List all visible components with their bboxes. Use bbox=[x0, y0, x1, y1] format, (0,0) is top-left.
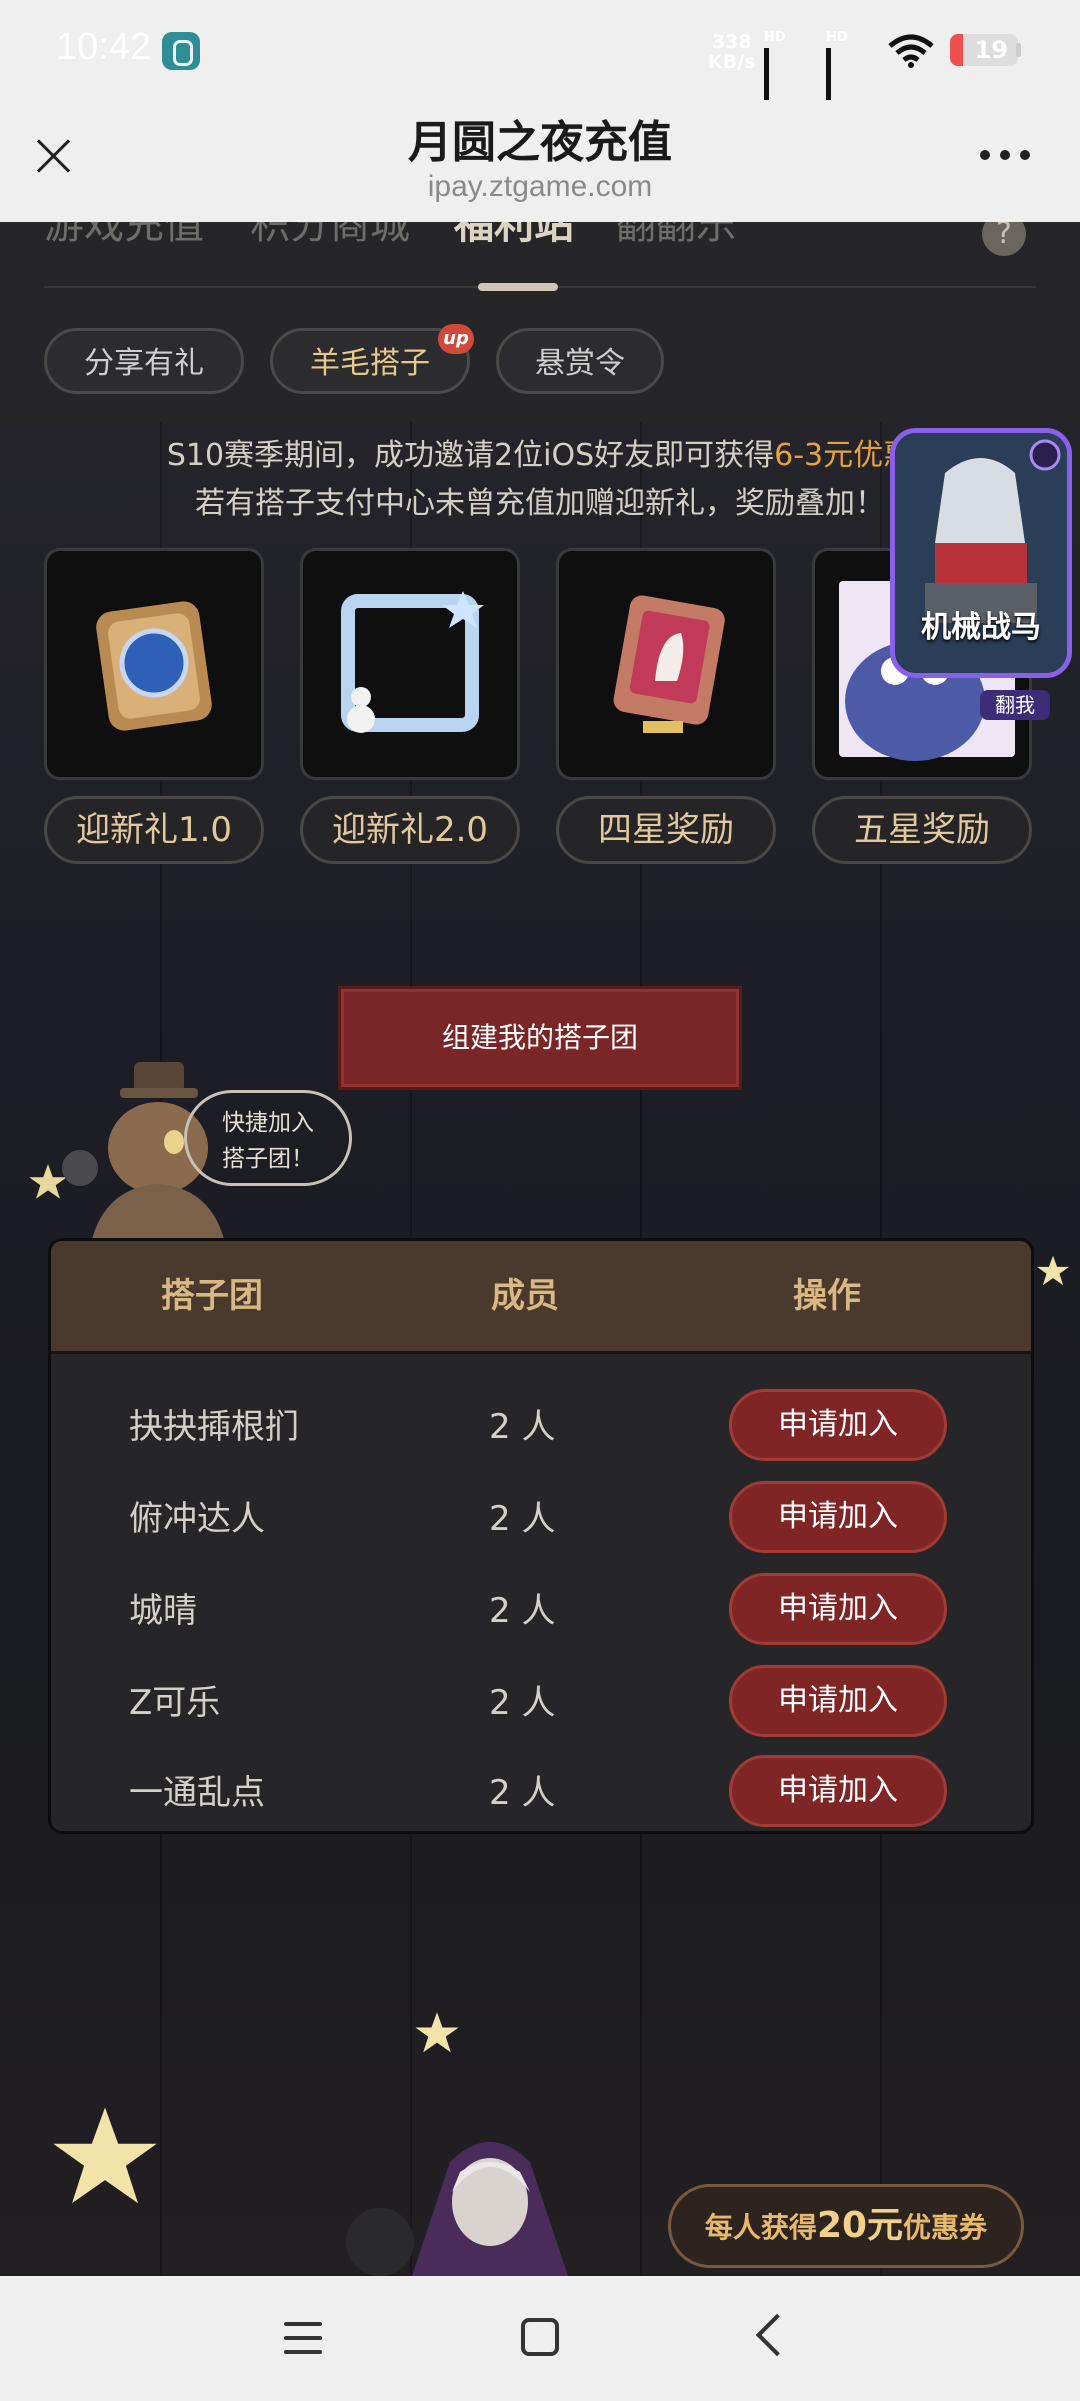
subtab-bounty[interactable]: 悬赏令 bbox=[496, 328, 664, 394]
page-title: 月圆之夜充值 bbox=[408, 117, 672, 168]
card-pack-icon bbox=[96, 601, 212, 731]
speech-bubble: 快捷加入 搭子团！ bbox=[184, 1090, 352, 1186]
column-header-members: 成员 bbox=[491, 1276, 559, 1316]
menu-icon[interactable] bbox=[284, 2318, 322, 2358]
page-url: ipay.ztgame.com bbox=[427, 170, 653, 203]
star-decoration-icon bbox=[1037, 1255, 1069, 1286]
coupon-banner[interactable]: 每人获得20元优惠券 bbox=[668, 2184, 1024, 2268]
column-header-team: 搭子团 bbox=[161, 1276, 263, 1316]
knight-card-icon bbox=[613, 595, 725, 733]
apply-join-button[interactable]: 申请加入 bbox=[729, 1755, 947, 1827]
team-name: 俯冲达人 bbox=[129, 1499, 265, 1539]
battery-tip bbox=[1016, 43, 1021, 57]
team-name: 抉抉揷根扪 bbox=[129, 1407, 299, 1447]
team-name: 一通乱点 bbox=[129, 1773, 265, 1813]
coupon-amount: 20元 bbox=[816, 2205, 904, 2246]
column-header-action: 操作 bbox=[793, 1276, 861, 1316]
team-member-count: 2 人 bbox=[489, 1407, 556, 1447]
team-member-count: 2 人 bbox=[489, 1591, 556, 1631]
tab-active-indicator bbox=[478, 283, 558, 291]
battery-fill bbox=[950, 34, 963, 66]
reward-item-four-star[interactable] bbox=[556, 548, 776, 780]
info-text-line1-main: S10赛季期间，成功邀请2位iOS好友即可获得 bbox=[166, 438, 775, 473]
apply-join-button[interactable]: 申请加入 bbox=[729, 1481, 947, 1553]
reward-item-welcome-2[interactable] bbox=[300, 548, 520, 780]
witch-character-illustration bbox=[346, 2142, 568, 2276]
network-speed-unit: KB/s bbox=[708, 51, 756, 73]
help-icon[interactable]: ? bbox=[982, 222, 1026, 256]
team-member-count: 2 人 bbox=[489, 1773, 556, 1813]
home-icon[interactable] bbox=[521, 2318, 559, 2356]
reward-item-welcome-1[interactable] bbox=[44, 548, 264, 780]
star-decoration-icon bbox=[415, 2012, 459, 2053]
team-table: 搭子团 成员 操作 抉抉揷根扪 2 人 申请加入 俯冲达人 2 人 申请加入 城… bbox=[48, 1238, 1034, 1834]
star-decoration-icon bbox=[53, 2107, 157, 2204]
network-speed-value: 338 bbox=[711, 31, 752, 53]
tab-points-mall[interactable]: 积分商城 bbox=[250, 222, 410, 250]
tab-welfare[interactable]: 福利站 bbox=[454, 222, 574, 250]
table-header: 搭子团 成员 操作 bbox=[51, 1241, 1031, 1354]
apply-join-button[interactable]: 申请加入 bbox=[729, 1665, 947, 1737]
apply-join-button[interactable]: 申请加入 bbox=[729, 1573, 947, 1645]
app-notification-icon bbox=[162, 32, 200, 70]
bubble-line2: 搭子团！ bbox=[222, 1146, 314, 1172]
reward-label-five-star: 五星奖励 bbox=[812, 796, 1032, 864]
team-name: 城晴 bbox=[129, 1591, 197, 1631]
apply-join-button[interactable]: 申请加入 bbox=[729, 1389, 947, 1461]
team-member-count: 2 人 bbox=[489, 1499, 556, 1539]
tab-flip-game[interactable]: 翻翻乐 bbox=[616, 222, 736, 250]
more-options-icon[interactable] bbox=[980, 150, 1030, 164]
avatar-frame-icon bbox=[341, 591, 484, 733]
bubble-line1: 快捷加入 bbox=[222, 1110, 314, 1136]
battery-level: 19 bbox=[974, 36, 1008, 64]
create-team-button[interactable]: 组建我的搭子团 bbox=[338, 986, 742, 1090]
network-speed: 338 KB/s bbox=[708, 32, 755, 72]
flip-me-tag[interactable]: 翻我 bbox=[980, 690, 1050, 720]
reward-label-welcome-2: 迎新礼2.0 bbox=[300, 796, 520, 864]
coupon-text-post: 优惠券 bbox=[903, 2211, 988, 2244]
tab-recharge[interactable]: 游戏充值 bbox=[44, 222, 204, 250]
subtab-share-gift[interactable]: 分享有礼 bbox=[44, 328, 244, 394]
reward-label-four-star: 四星奖励 bbox=[556, 796, 776, 864]
coupon-text-pre: 每人获得 bbox=[704, 2211, 817, 2244]
battery-icon: 19 bbox=[950, 34, 1018, 66]
team-member-count: 2 人 bbox=[489, 1683, 556, 1723]
status-time: 10:42 bbox=[56, 26, 152, 68]
floating-widget-label: 机械战马 bbox=[921, 610, 1041, 645]
up-badge: up bbox=[438, 324, 474, 354]
team-name: Z可乐 bbox=[129, 1683, 221, 1723]
reward-label-welcome-1: 迎新礼1.0 bbox=[44, 796, 264, 864]
wifi-icon bbox=[888, 34, 934, 68]
